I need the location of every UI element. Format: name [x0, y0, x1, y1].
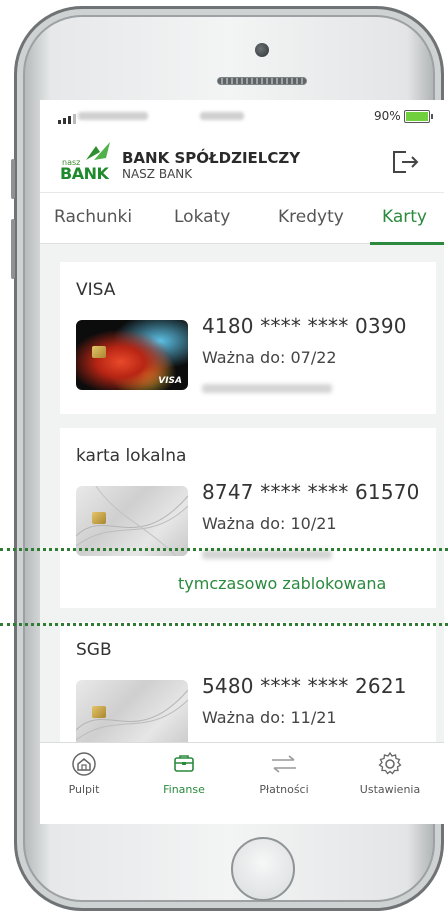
card-title: VISA: [76, 280, 116, 300]
tab-lokaty[interactable]: Lokaty: [174, 207, 230, 227]
card-number: 8747 **** **** 61570: [202, 480, 420, 504]
front-camera: [255, 43, 269, 57]
home-button[interactable]: [231, 837, 295, 901]
card-expiry: Ważna do: 11/21: [202, 708, 337, 727]
side-button: [11, 219, 15, 279]
earpiece-speaker: [217, 77, 307, 85]
side-button: [11, 159, 15, 199]
card-status: tymczasowo zablokowana: [178, 574, 387, 593]
bank-subtitle: NASZ BANK: [122, 167, 193, 181]
card-number: 4180 **** **** 0390: [202, 314, 407, 338]
card-title: SGB: [76, 640, 112, 660]
visa-logo: VISA: [158, 376, 182, 386]
transfer-icon: [272, 755, 296, 773]
carrier-name-blurred: [78, 112, 148, 120]
nav-label: Płatności: [259, 783, 309, 796]
bank-name: BANK SPÓŁDZIELCZY: [122, 149, 301, 167]
nav-pulpit[interactable]: Pulpit: [44, 751, 124, 796]
logo-big-text: BANK: [60, 164, 109, 183]
nav-label: Ustawienia: [359, 783, 421, 796]
home-icon: [72, 752, 96, 776]
gear-icon: [378, 751, 402, 775]
active-tab-indicator: [370, 242, 444, 245]
status-bar: 90%: [40, 100, 444, 134]
logout-icon[interactable]: [390, 148, 420, 176]
highlight-line-bottom: [0, 623, 448, 626]
app-screen: 90% nasz BANK BANK SPÓŁDZIELCZY NASZ BAN…: [40, 100, 444, 824]
wallet-icon: [174, 755, 194, 772]
card-expiry: Ważna do: 07/22: [202, 348, 337, 367]
chip-icon: [92, 706, 106, 718]
card-item-karta-lokalna[interactable]: karta lokalna 8747 **** **** 61570 Ważna…: [60, 428, 436, 608]
nav-finanse[interactable]: Finanse: [144, 751, 224, 796]
battery-percent: 90%: [374, 109, 401, 123]
card-item-visa[interactable]: VISA VISA 4180 **** **** 0390 Ważna do: …: [60, 262, 436, 414]
card-item-sgb[interactable]: SGB 5480 **** **** 2621 Ważna do: 11/21: [60, 622, 436, 750]
leaf-icon: [86, 142, 110, 160]
chip-icon: [92, 346, 106, 358]
card-title: karta lokalna: [76, 446, 187, 466]
card-expiry: Ważna do: 10/21: [202, 514, 337, 533]
tab-kredyty[interactable]: Kredyty: [278, 207, 344, 227]
nav-ustawienia[interactable]: Ustawienia: [350, 751, 430, 796]
clock-blurred: [200, 112, 244, 120]
app-header: nasz BANK BANK SPÓŁDZIELCZY NASZ BANK: [40, 134, 444, 192]
chip-icon: [92, 512, 106, 524]
bank-logo: nasz BANK: [60, 140, 116, 184]
highlight-line-top: [0, 548, 448, 551]
nav-label: Finanse: [163, 783, 205, 796]
card-owner-blurred: [202, 384, 332, 393]
local-card-image: [76, 486, 188, 556]
signal-icon: [58, 114, 76, 124]
tab-bar: Rachunki Lokaty Kredyty Karty: [40, 192, 444, 245]
card-number: 5480 **** **** 2621: [202, 674, 407, 698]
nav-platnosci[interactable]: Płatności: [244, 751, 324, 796]
visa-card-image: VISA: [76, 320, 188, 390]
battery-icon: [404, 110, 433, 123]
sgb-card-image: [76, 680, 188, 750]
tab-karty[interactable]: Karty: [382, 207, 427, 227]
nav-label: Pulpit: [68, 783, 100, 796]
bottom-navigation: Pulpit Finanse Płatności Ustawienia: [40, 742, 444, 824]
tab-rachunki[interactable]: Rachunki: [54, 207, 132, 227]
card-owner-blurred: [202, 550, 332, 559]
